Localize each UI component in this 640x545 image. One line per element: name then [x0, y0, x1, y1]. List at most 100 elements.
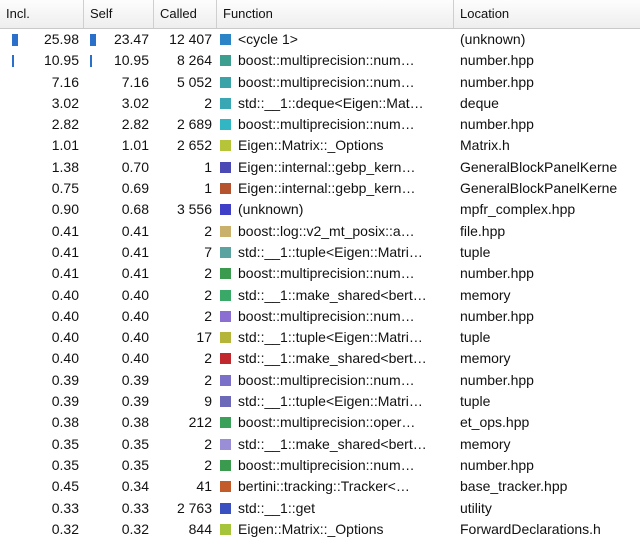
called-count: 2 — [204, 371, 212, 388]
location-file: number.hpp — [460, 265, 534, 282]
self-value: 0.69 — [84, 178, 152, 199]
self-text: 0.69 — [121, 180, 149, 197]
incl-text: 2.82 — [51, 116, 79, 133]
table-body: 25.98 23.47 12 407 <cycle 1> (unknown) 10.95 1… — [0, 29, 640, 540]
incl-value: 0.35 — [0, 434, 82, 455]
incl-value: 0.39 — [0, 370, 82, 391]
function-text: std::__1::make_shared<bert… — [238, 350, 427, 367]
self-text: 3.02 — [121, 94, 149, 111]
self-value: 0.33 — [84, 498, 152, 519]
incl-value: 0.75 — [0, 178, 82, 199]
table-row[interactable]: 0.90 0.68 3 556 (unknown) mpfr_complex.hpp — [0, 199, 640, 220]
function-name: <cycle 1> — [220, 29, 454, 50]
cost-color-icon — [220, 161, 231, 173]
self-value: 1.01 — [84, 135, 152, 156]
self-value: 0.39 — [84, 391, 152, 412]
table-row[interactable]: 0.39 0.39 9 std::__1::tuple<Eigen::Matri… tu… — [0, 391, 640, 412]
called-count: 9 — [204, 393, 212, 410]
table-row[interactable]: 7.16 7.16 5 052 boost::multiprecision::num…… — [0, 72, 640, 93]
incl-value: 0.40 — [0, 306, 82, 327]
table-row[interactable]: 25.98 23.47 12 407 <cycle 1> (unknown) — [0, 29, 640, 50]
function-text: bertini::tracking::Tracker<… — [238, 478, 410, 495]
table-row[interactable]: 1.38 0.70 1 Eigen::internal::gebp_kern… Gene… — [0, 157, 640, 178]
incl-value: 2.82 — [0, 114, 82, 135]
incl-cost-bar — [12, 55, 14, 68]
table-row[interactable]: 0.39 0.39 2 boost::multiprecision::num… numb… — [0, 370, 640, 391]
function-text: (unknown) — [238, 201, 304, 218]
table-row[interactable]: 0.40 0.40 2 std::__1::make_shared<bert… memo… — [0, 348, 640, 369]
table-row[interactable]: 0.32 0.32 844 Eigen::Matrix::_Options Forwar… — [0, 519, 640, 540]
location-file: number.hpp — [460, 116, 534, 133]
incl-text: 0.39 — [51, 393, 79, 410]
function-text: Eigen::internal::gebp_kern… — [238, 180, 416, 197]
self-text: 0.40 — [121, 286, 149, 303]
table-row[interactable]: 0.75 0.69 1 Eigen::internal::gebp_kern… Gene… — [0, 178, 640, 199]
called-count: 2 — [204, 286, 212, 303]
called-count: 1 — [204, 180, 212, 197]
incl-text: 0.39 — [51, 371, 79, 388]
table-row[interactable]: 0.41 0.41 7 std::__1::tuple<Eigen::Matri… tu… — [0, 242, 640, 263]
incl-value: 0.40 — [0, 285, 82, 306]
self-value: 2.82 — [84, 114, 152, 135]
self-cost-bar — [90, 55, 92, 68]
incl-text: 0.75 — [51, 180, 79, 197]
called-count: 2 — [204, 222, 212, 239]
called-count: 8 264 — [176, 52, 212, 69]
table-row[interactable]: 0.40 0.40 17 std::__1::tuple<Eigen::Matri… t… — [0, 327, 640, 348]
table-row[interactable]: 10.95 10.95 8 264 boost::multiprecision::nu… — [0, 50, 640, 71]
table-row[interactable]: 3.02 3.02 2 std::__1::deque<Eigen::Mat… dequ… — [0, 93, 640, 114]
self-value: 0.41 — [84, 263, 152, 284]
incl-value: 0.41 — [0, 263, 82, 284]
column-header-called[interactable]: Called — [154, 0, 217, 28]
table-row[interactable]: 0.45 0.34 41 bertini::tracking::Tracker<… ba… — [0, 476, 640, 497]
self-text: 10.95 — [113, 52, 149, 69]
self-value: 0.34 — [84, 476, 152, 497]
self-value: 0.32 — [84, 519, 152, 540]
cost-color-icon — [220, 438, 231, 450]
location-file: base_tracker.hpp — [460, 478, 568, 495]
cost-color-icon — [220, 225, 231, 237]
table-row[interactable]: 2.82 2.82 2 689 boost::multiprecision::num…… — [0, 114, 640, 135]
incl-value: 0.45 — [0, 476, 82, 497]
column-header-self[interactable]: Self — [84, 0, 154, 28]
column-header-function[interactable]: Function — [217, 0, 454, 28]
self-text: 0.41 — [121, 243, 149, 260]
cost-color-icon — [220, 332, 231, 344]
cost-color-icon — [220, 502, 231, 514]
called-count: 2 — [204, 94, 212, 111]
function-text: boost::multiprecision::num… — [238, 265, 415, 282]
self-value: 0.40 — [84, 348, 152, 369]
incl-value: 0.41 — [0, 242, 82, 263]
self-text: 0.41 — [121, 265, 149, 282]
column-header-location[interactable]: Location — [454, 0, 640, 28]
incl-text: 0.40 — [51, 350, 79, 367]
self-value: 0.40 — [84, 285, 152, 306]
table-row[interactable]: 1.01 1.01 2 652 Eigen::Matrix::_Options Matr… — [0, 135, 640, 156]
table-row[interactable]: 0.38 0.38 212 boost::multiprecision::oper… e… — [0, 412, 640, 433]
function-name: boost::multiprecision::num… — [220, 263, 454, 284]
column-header-incl[interactable]: Incl. — [0, 0, 84, 28]
function-name: std::__1::make_shared<bert… — [220, 285, 454, 306]
location-file: memory — [460, 350, 511, 367]
function-text: Eigen::Matrix::_Options — [238, 520, 384, 537]
table-row[interactable]: 0.40 0.40 2 boost::multiprecision::num… numb… — [0, 306, 640, 327]
location-file: number.hpp — [460, 52, 534, 69]
table-row[interactable]: 0.35 0.35 2 boost::multiprecision::num… numb… — [0, 455, 640, 476]
cost-color-icon — [220, 97, 231, 109]
table-row[interactable]: 0.41 0.41 2 boost::multiprecision::num… numb… — [0, 263, 640, 284]
table-row[interactable]: 0.35 0.35 2 std::__1::make_shared<bert… memo… — [0, 434, 640, 455]
cost-color-icon — [220, 396, 231, 408]
function-text: boost::multiprecision::num… — [238, 52, 415, 69]
cost-color-icon — [220, 119, 231, 131]
function-text: std::__1::tuple<Eigen::Matri… — [238, 393, 423, 410]
incl-value: 25.98 — [0, 29, 82, 50]
table-row[interactable]: 0.40 0.40 2 std::__1::make_shared<bert… memo… — [0, 285, 640, 306]
incl-text: 1.38 — [51, 158, 79, 175]
function-name: std::__1::tuple<Eigen::Matri… — [220, 391, 454, 412]
table-row[interactable]: 0.33 0.33 2 763 std::__1::get utility — [0, 498, 640, 519]
function-text: Eigen::internal::gebp_kern… — [238, 158, 416, 175]
incl-text: 0.45 — [51, 478, 79, 495]
function-name: boost::multiprecision::num… — [220, 370, 454, 391]
self-value: 0.40 — [84, 327, 152, 348]
table-row[interactable]: 0.41 0.41 2 boost::log::v2_mt_posix::a… file… — [0, 221, 640, 242]
